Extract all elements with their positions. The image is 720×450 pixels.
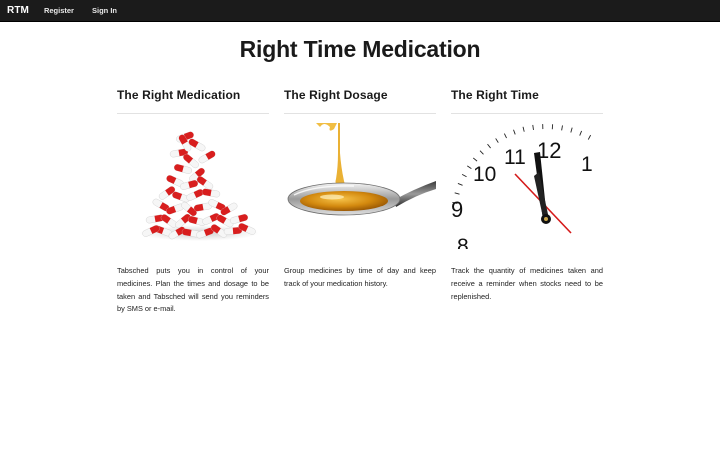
capsule-pill	[198, 150, 216, 164]
clock-numeral-8: 8	[457, 235, 469, 249]
clock-image: 11 12 1 10 9 8	[451, 124, 593, 249]
feature-title: The Right Dosage	[284, 88, 436, 114]
feature-title: The Right Medication	[117, 88, 269, 114]
clock-numeral-9: 9	[451, 197, 463, 222]
register-link[interactable]: Register	[44, 6, 74, 15]
clock-numeral-10: 10	[473, 163, 496, 186]
feature-time: The Right Time 11 12 1 10 9 8 Track the …	[451, 88, 603, 303]
capsule-pill	[196, 176, 214, 190]
feature-medication: The Right Medication Tabsched puts you i…	[117, 88, 269, 316]
sign-in-link[interactable]: Sign In	[92, 6, 117, 15]
feature-text: Tabsched puts you in control of your med…	[117, 266, 269, 314]
brand-link[interactable]: RTM	[7, 5, 29, 16]
capsule-pill	[173, 164, 193, 174]
capsule-pill	[229, 214, 249, 224]
top-navbar: RTM Register Sign In	[0, 0, 720, 22]
pills-image	[139, 131, 259, 241]
capsule-pill	[201, 188, 221, 198]
feature-text: Track the quantity of medicines taken an…	[451, 266, 603, 301]
feature-title: The Right Time	[451, 88, 603, 114]
feature-text: Group medicines by time of day and keep …	[284, 266, 436, 288]
page-title: Right Time Medication	[239, 36, 481, 62]
capsule-pill	[186, 189, 204, 201]
feature-dosage: The Right Dosage Group medicines by time…	[284, 88, 436, 291]
spoon-image	[287, 123, 436, 216]
clock-numeral-1: 1	[581, 153, 593, 176]
clock-numeral-11: 11	[504, 146, 526, 169]
